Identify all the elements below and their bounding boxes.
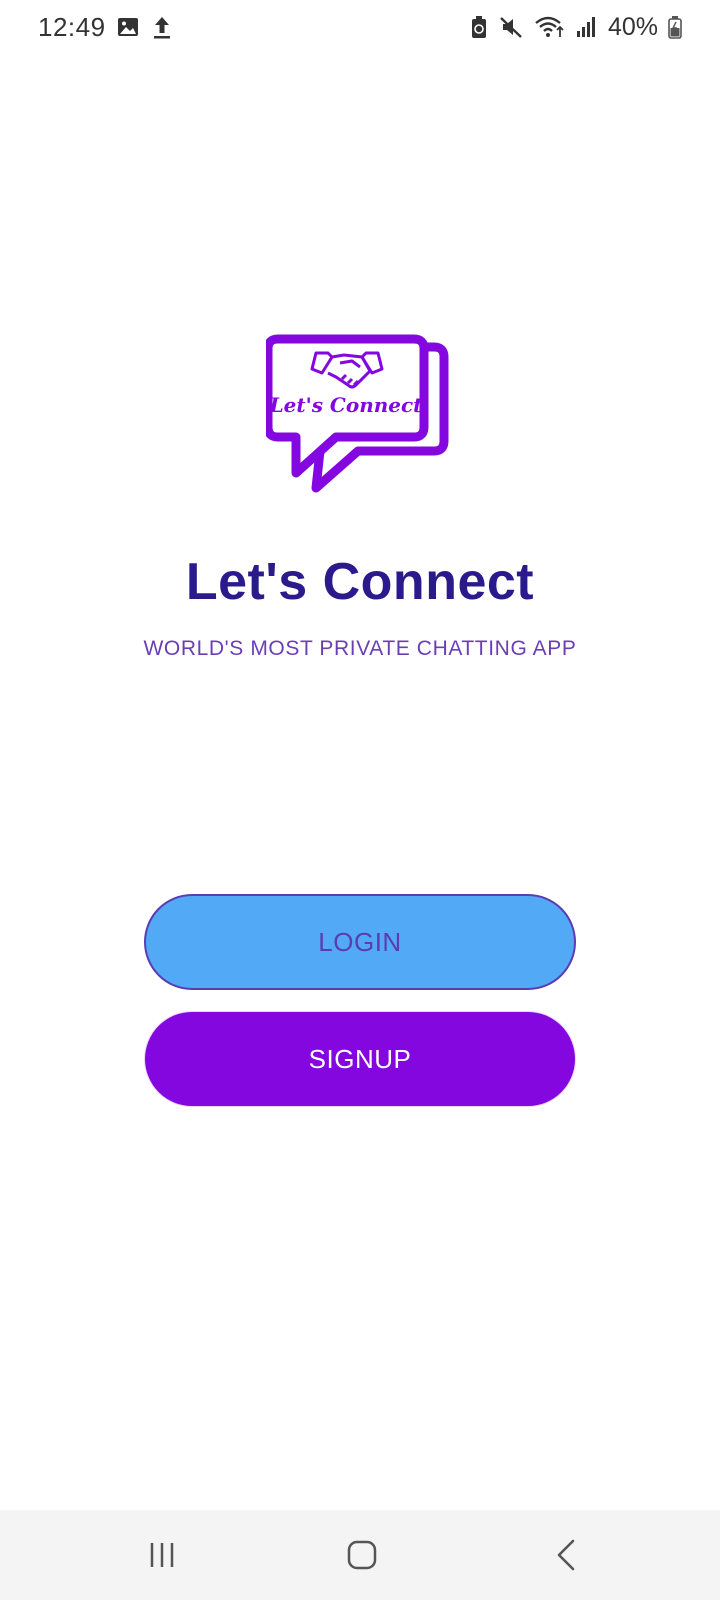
recents-button[interactable] xyxy=(132,1532,192,1578)
status-right: 40% xyxy=(470,13,682,42)
clock: 12:49 xyxy=(38,11,106,42)
wifi-icon xyxy=(534,15,566,39)
logo-text: Let's Connect xyxy=(269,393,424,417)
login-button[interactable]: LOGIN xyxy=(144,894,576,990)
status-bar: 12:49 40% xyxy=(0,0,720,54)
app-title: Let's Connect xyxy=(185,553,535,611)
battery-icon xyxy=(668,15,682,39)
battery-percent: 40% xyxy=(607,12,658,41)
welcome-screen: 12:49 40% Let's Connect Let's Connect WO… xyxy=(0,0,720,1600)
back-button[interactable] xyxy=(536,1532,596,1578)
status-left: 12:49 xyxy=(38,12,174,43)
home-button[interactable] xyxy=(332,1532,392,1578)
signup-button[interactable]: SIGNUP xyxy=(144,1011,576,1107)
app-tagline: WORLD'S MOST PRIVATE CHATTING APP xyxy=(143,637,577,660)
image-icon xyxy=(116,15,140,39)
recents-icon xyxy=(150,1543,174,1567)
signal-icon xyxy=(576,15,598,39)
upload-icon xyxy=(150,14,174,40)
battery-saver-icon xyxy=(470,15,488,39)
back-icon xyxy=(557,1539,575,1571)
app-logo: Let's Connect xyxy=(263,333,456,503)
navigation-bar xyxy=(0,1510,720,1600)
mute-icon xyxy=(498,15,524,39)
home-icon xyxy=(347,1540,377,1570)
